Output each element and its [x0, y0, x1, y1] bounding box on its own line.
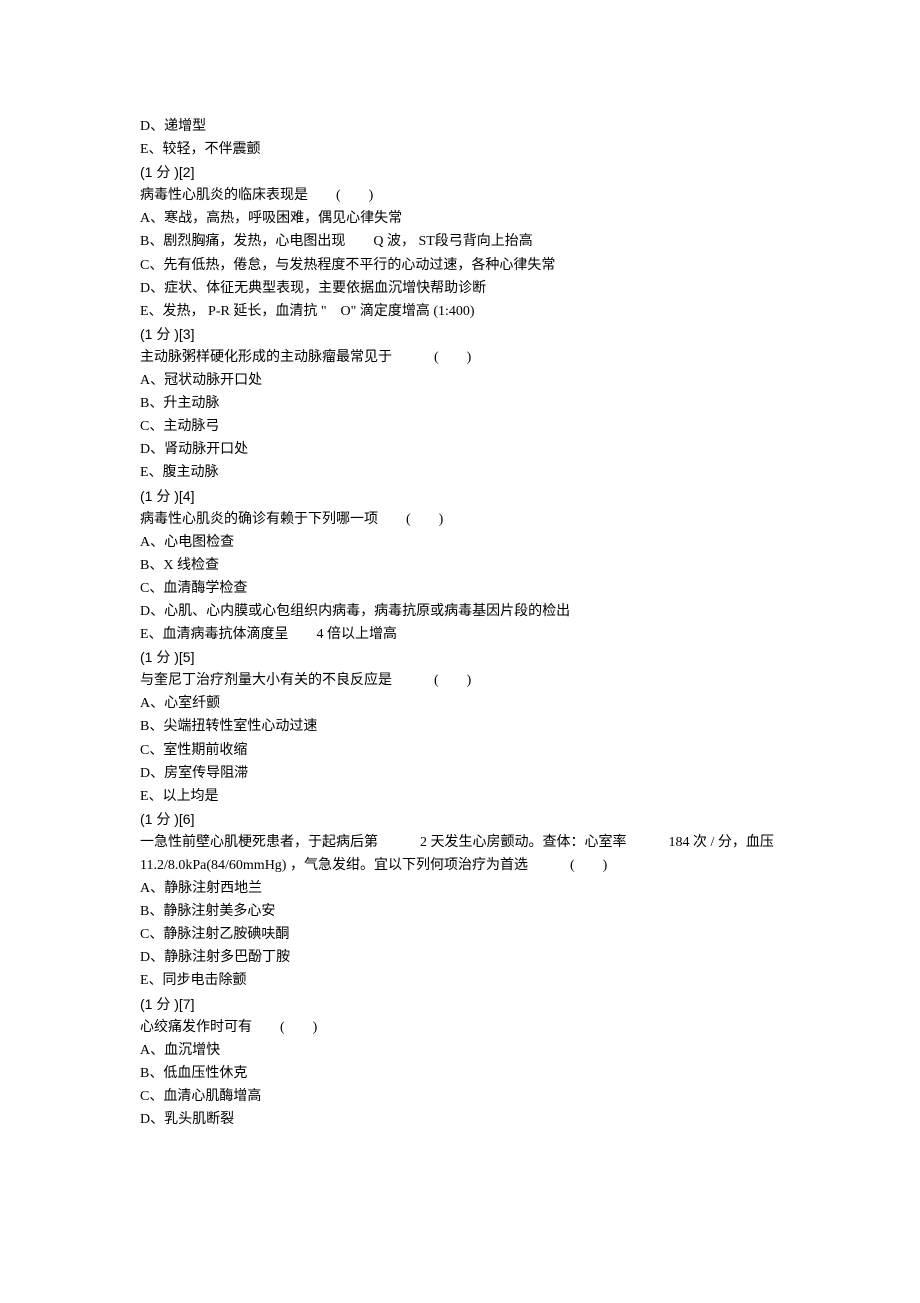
score-marker-5: (1 分 )[5] [140, 646, 790, 669]
option-c: C、先有低热，倦怠，与发热程度不平行的心动过速，各种心律失常 [140, 254, 790, 277]
option-b: B、剧烈胸痛，发热，心电图出现 Q 波， ST段弓背向上抬高 [140, 230, 790, 253]
question-4-stem: 病毒性心肌炎的确诊有赖于下列哪一项 ( ) [140, 508, 790, 531]
option-c: C、静脉注射乙胺碘呋酮 [140, 923, 790, 946]
option-c: C、室性期前收缩 [140, 739, 790, 762]
option-c: C、主动脉弓 [140, 415, 790, 438]
option-b: B、静脉注射美多心安 [140, 900, 790, 923]
score-marker-7: (1 分 )[7] [140, 993, 790, 1016]
option-b: B、升主动脉 [140, 392, 790, 415]
option-e: E、同步电击除颤 [140, 969, 790, 992]
option-b: B、尖端扭转性室性心动过速 [140, 715, 790, 738]
option-e: E、较轻，不伴震颤 [140, 138, 790, 161]
option-d: D、心肌、心内膜或心包组织内病毒，病毒抗原或病毒基因片段的检出 [140, 600, 790, 623]
question-2-stem: 病毒性心肌炎的临床表现是 ( ) [140, 184, 790, 207]
option-b: B、X 线检查 [140, 554, 790, 577]
option-c: C、血清酶学检查 [140, 577, 790, 600]
option-b: B、低血压性休克 [140, 1062, 790, 1085]
option-a: A、冠状动脉开口处 [140, 369, 790, 392]
question-3-stem: 主动脉粥样硬化形成的主动脉瘤最常见于 ( ) [140, 346, 790, 369]
option-a: A、心电图检查 [140, 531, 790, 554]
option-a: A、心室纤颤 [140, 692, 790, 715]
option-a: A、血沉增快 [140, 1039, 790, 1062]
option-d: D、递增型 [140, 115, 790, 138]
option-a: A、静脉注射西地兰 [140, 877, 790, 900]
question-5-stem: 与奎尼丁治疗剂量大小有关的不良反应是 ( ) [140, 669, 790, 692]
question-7-stem: 心绞痛发作时可有 ( ) [140, 1016, 790, 1039]
option-d: D、乳头肌断裂 [140, 1108, 790, 1131]
option-e: E、发热， P-R 延长，血清抗 " O" 滴定度增高 (1:400) [140, 300, 790, 323]
option-e: E、血清病毒抗体滴度呈 4 倍以上增高 [140, 623, 790, 646]
option-e: E、腹主动脉 [140, 461, 790, 484]
option-d: D、静脉注射多巴酚丁胺 [140, 946, 790, 969]
score-marker-4: (1 分 )[4] [140, 485, 790, 508]
score-marker-6: (1 分 )[6] [140, 808, 790, 831]
option-d: D、肾动脉开口处 [140, 438, 790, 461]
option-d: D、症状、体征无典型表现，主要依据血沉增快帮助诊断 [140, 277, 790, 300]
option-d: D、房室传导阻滞 [140, 762, 790, 785]
question-6-stem: 一急性前壁心肌梗死患者，于起病后第 2 天发生心房颤动。查体：心室率 184 次… [140, 831, 790, 877]
option-c: C、血清心肌酶增高 [140, 1085, 790, 1108]
option-e: E、以上均是 [140, 785, 790, 808]
score-marker-2: (1 分 )[2] [140, 161, 790, 184]
score-marker-3: (1 分 )[3] [140, 323, 790, 346]
option-a: A、寒战，高热，呼吸困难，偶见心律失常 [140, 207, 790, 230]
